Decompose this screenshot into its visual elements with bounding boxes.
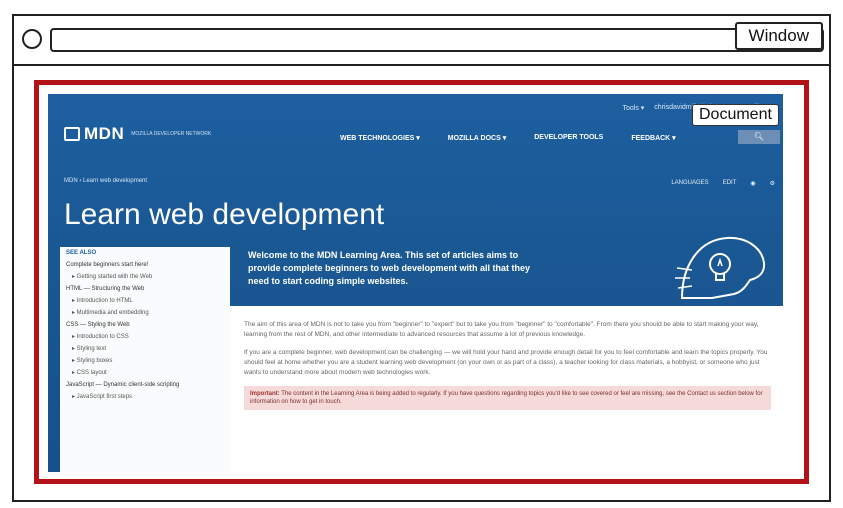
window-label: Window bbox=[734, 22, 823, 50]
document-frame bbox=[34, 80, 809, 484]
window-toolbar: Window bbox=[14, 16, 829, 66]
document-label: Document bbox=[692, 104, 779, 126]
window-control-button[interactable] bbox=[22, 29, 42, 49]
address-bar[interactable] bbox=[50, 28, 824, 52]
